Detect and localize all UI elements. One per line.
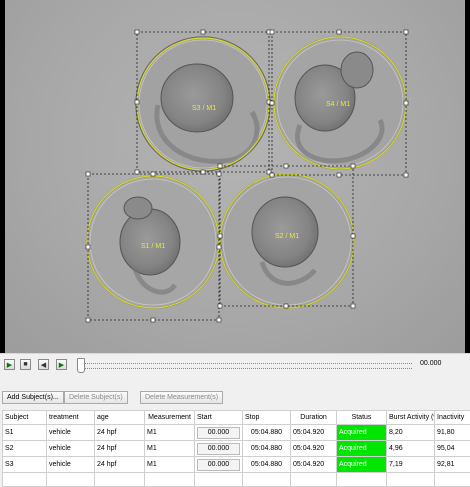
cell-stop[interactable]: 05:04.880 — [243, 425, 291, 441]
cell-treatment[interactable]: vehicle — [47, 425, 95, 441]
step-back-icon[interactable]: ◀ — [38, 359, 49, 370]
cell-measurement[interactable]: M1 — [145, 441, 195, 457]
cell-inactivity[interactable]: 91,80 — [435, 425, 470, 441]
empty-cell — [145, 473, 195, 487]
cell-inactivity[interactable]: 92,81 — [435, 457, 470, 473]
start-time-field[interactable]: 00.000 — [197, 459, 240, 471]
roi-label-s2: S2 / M1 — [275, 233, 299, 240]
start-time-field[interactable]: 00.000 — [197, 443, 240, 455]
empty-cell — [195, 473, 243, 487]
timeline-track[interactable] — [82, 363, 412, 369]
col-header-treatment[interactable]: treatment — [47, 411, 95, 425]
step-forward-icon[interactable]: ▶ — [56, 359, 67, 370]
cell-subject[interactable]: S2 — [3, 441, 47, 457]
col-header-age[interactable]: age — [95, 411, 145, 425]
col-header-subject[interactable]: Subject — [3, 411, 47, 425]
table-row-empty[interactable] — [3, 473, 470, 487]
time-readout: 00.000 — [420, 360, 441, 367]
col-header-burst-activity[interactable]: Burst Activity (%) — [387, 411, 435, 425]
stop-icon[interactable]: ■ — [20, 359, 31, 370]
cell-duration[interactable]: 05:04.920 — [291, 441, 337, 457]
play-icon[interactable]: ▶ — [4, 359, 15, 370]
start-time-field[interactable]: 00.000 — [197, 427, 240, 439]
cell-stop[interactable]: 05:04.880 — [243, 441, 291, 457]
table-header-row: Subject treatment age Measurement Start … — [3, 411, 470, 425]
cell-age[interactable]: 24 hpf — [95, 441, 145, 457]
action-bar: Add Subject(s)... Delete Subject(s) Dele… — [0, 388, 470, 406]
col-header-start[interactable]: Start — [195, 411, 243, 425]
video-viewer[interactable]: S3 / M1 S4 / M1 S1 / M1 S2 / M1 — [0, 0, 470, 353]
col-header-measurement[interactable]: Measurement — [145, 411, 195, 425]
empty-cell — [337, 473, 387, 487]
col-header-stop[interactable]: Stop — [243, 411, 291, 425]
cell-burst-activity[interactable]: 4,96 — [387, 441, 435, 457]
cell-subject[interactable]: S3 — [3, 457, 47, 473]
cell-duration[interactable]: 05:04.920 — [291, 457, 337, 473]
roi-label-s1: S1 / M1 — [141, 243, 165, 250]
cell-measurement[interactable]: M1 — [145, 425, 195, 441]
cell-burst-activity[interactable]: 8,20 — [387, 425, 435, 441]
status-badge: Acquired — [337, 425, 387, 441]
empty-cell — [47, 473, 95, 487]
cell-duration[interactable]: 05:04.920 — [291, 425, 337, 441]
cell-start[interactable]: 00.000 — [195, 441, 243, 457]
cell-burst-activity[interactable]: 7,19 — [387, 457, 435, 473]
empty-cell — [95, 473, 145, 487]
cell-subject[interactable]: S1 — [3, 425, 47, 441]
empty-cell — [291, 473, 337, 487]
col-header-duration[interactable]: Duration — [291, 411, 337, 425]
status-badge: Acquired — [337, 441, 387, 457]
empty-cell — [435, 473, 470, 487]
empty-cell — [243, 473, 291, 487]
table-row[interactable]: S2 vehicle 24 hpf M1 00.000 05:04.880 05… — [3, 441, 470, 457]
playback-bar: ▶ ■ ◀ ▶ 00.000 — [0, 353, 470, 376]
roi-overlay[interactable]: S3 / M1 S4 / M1 S1 / M1 S2 / M1 — [0, 0, 470, 353]
cell-inactivity[interactable]: 95,04 — [435, 441, 470, 457]
roi-label-s3: S3 / M1 — [192, 105, 216, 112]
cell-age[interactable]: 24 hpf — [95, 425, 145, 441]
roi-label-s4: S4 / M1 — [326, 101, 350, 108]
delete-subject-button[interactable]: Delete Subject(s) — [64, 391, 128, 404]
empty-cell — [387, 473, 435, 487]
col-header-inactivity[interactable]: Inactivity — [435, 411, 470, 425]
empty-cell — [3, 473, 47, 487]
cell-treatment[interactable]: vehicle — [47, 441, 95, 457]
embryo-s1 — [87, 176, 219, 308]
measurements-table: Subject treatment age Measurement Start … — [2, 410, 470, 487]
cell-age[interactable]: 24 hpf — [95, 457, 145, 473]
cell-stop[interactable]: 05:04.880 — [243, 457, 291, 473]
embryo-s2 — [220, 174, 354, 308]
table-row[interactable]: S3 vehicle 24 hpf M1 00.000 05:04.880 05… — [3, 457, 470, 473]
add-subject-button[interactable]: Add Subject(s)... — [2, 391, 64, 404]
status-badge: Acquired — [337, 457, 387, 473]
cell-start[interactable]: 00.000 — [195, 457, 243, 473]
cell-start[interactable]: 00.000 — [195, 425, 243, 441]
delete-measurement-button[interactable]: Delete Measurement(s) — [140, 391, 223, 404]
cell-treatment[interactable]: vehicle — [47, 457, 95, 473]
timeline-slider-thumb[interactable] — [77, 358, 85, 373]
col-header-status[interactable]: Status — [337, 411, 387, 425]
cell-measurement[interactable]: M1 — [145, 457, 195, 473]
table-row[interactable]: S1 vehicle 24 hpf M1 00.000 05:04.880 05… — [3, 425, 470, 441]
